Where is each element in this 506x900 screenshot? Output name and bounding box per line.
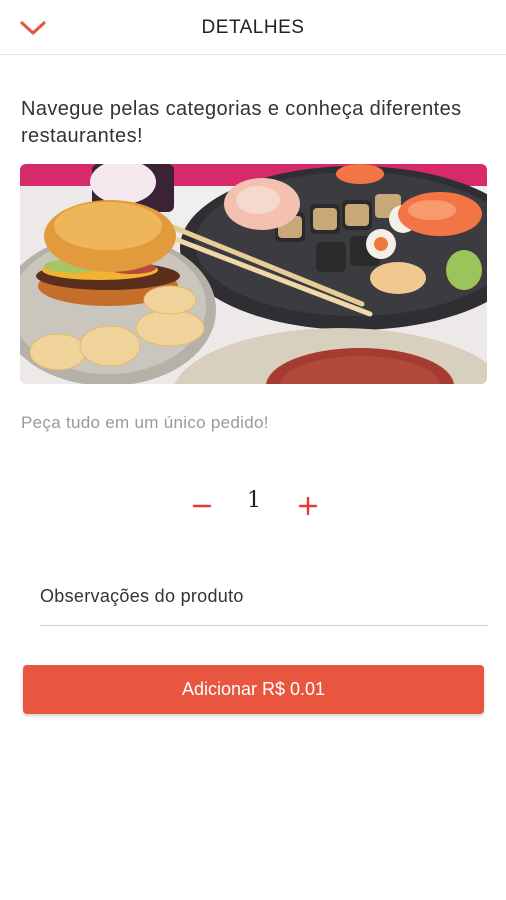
increase-quantity-button[interactable] [294,492,322,520]
decrease-quantity-button[interactable] [188,492,216,520]
page-title: DETALHES [201,17,305,38]
quantity-stepper: 1 [180,480,330,530]
minus-icon [192,504,212,508]
observations-label: Observações do produto [40,586,244,606]
observations-input[interactable]: Observações do produto [40,580,488,626]
product-image [20,164,487,384]
top-bar: DETALHES [0,0,506,55]
add-to-cart-button[interactable]: Adicionar R$ 0.01 [23,665,484,714]
product-subtitle: Peça tudo em um único pedido! [21,413,269,432]
plus-icon [298,496,318,516]
quantity-value: 1 [247,488,261,513]
product-description: Navegue pelas categorias e conheça difer… [21,98,462,147]
